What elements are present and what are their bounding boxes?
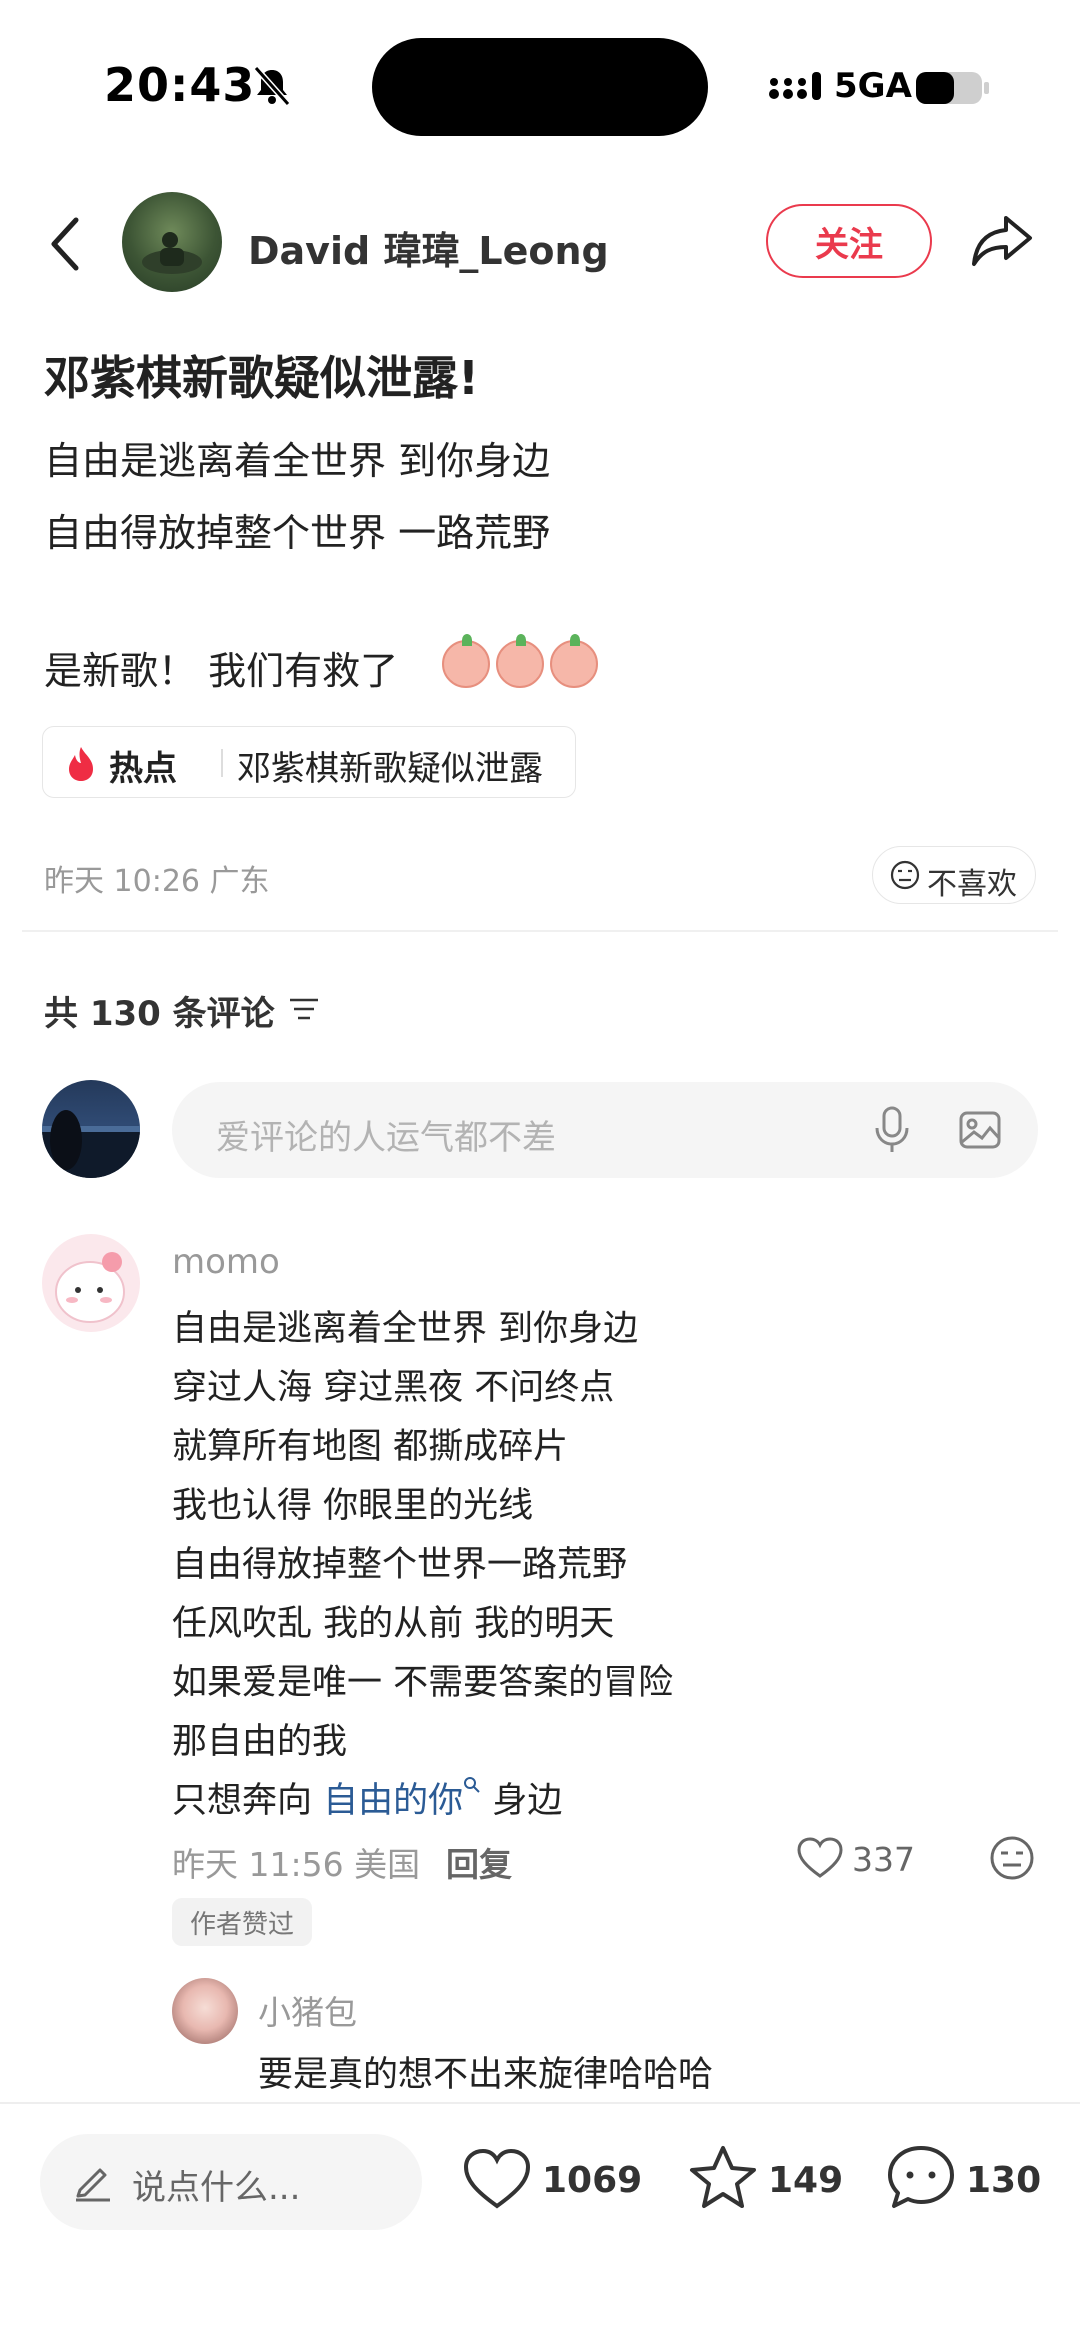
reply-button[interactable]: 回复 (446, 1838, 512, 1886)
search-link[interactable]: 自由的你 (323, 1777, 481, 1821)
dislike-button[interactable]: 不喜欢 (872, 846, 1036, 904)
dynamic-island (372, 38, 708, 136)
author-avatar[interactable] (122, 192, 222, 292)
follow-button[interactable]: 关注 (766, 204, 932, 278)
comment-line-prefix: 只想奔向 (172, 1781, 313, 1821)
comment-like-count: 337 (852, 1840, 915, 1879)
star-icon[interactable] (688, 2144, 758, 2210)
share-icon[interactable] (970, 210, 1034, 270)
commenter-avatar[interactable] (42, 1234, 140, 1332)
search-link-text: 自由的你 (323, 1781, 464, 1821)
comment-line: 自由是逃离着全世界 到你身边 (172, 1309, 639, 1349)
peach-emoji-icon (550, 634, 598, 688)
signal-icon (769, 72, 821, 100)
say-something-placeholder: 说点什么... (132, 2168, 301, 2208)
hot-topic-text: 邓紫棋新歌疑似泄露 (237, 749, 543, 789)
divider (22, 930, 1058, 932)
status-time: 20:43 (104, 58, 256, 112)
comment-total: 130 (966, 2160, 1042, 2201)
author-liked-badge: 作者赞过 (172, 1898, 312, 1946)
post-title: 邓紫棋新歌疑似泄露! (44, 351, 479, 405)
post-line: 自由得放掉整个世界 一路荒野 (44, 511, 551, 555)
peach-emoji-icon (496, 634, 544, 688)
search-icon (464, 1777, 480, 1793)
reply-user-name[interactable]: 小猪包 (258, 1986, 357, 2034)
post-meta: 昨天 10:26 广东 (44, 864, 270, 899)
author-name[interactable]: David 瑋瑋_Leong (248, 220, 609, 275)
back-arrow-icon[interactable] (44, 214, 88, 274)
like-heart-icon[interactable] (462, 2146, 532, 2212)
microphone-icon[interactable] (872, 1104, 912, 1156)
hot-label: 热点 (109, 749, 177, 789)
comment-line: 任风吹乱 我的从前 我的明天 (172, 1604, 615, 1644)
dislike-label: 不喜欢 (927, 867, 1017, 902)
say-something-input[interactable]: 说点什么... (40, 2134, 422, 2230)
post-tail-text: 是新歌！ 我们有救了 (44, 649, 399, 693)
star-count: 149 (768, 2160, 844, 2201)
comment-meta: 昨天 11:56 美国 (172, 1845, 421, 1884)
bell-muted-icon (253, 66, 291, 106)
comment-last-line: 只想奔向 自由的你 身边 (172, 1772, 562, 1823)
flame-icon (69, 747, 93, 781)
reply-text: 要是真的想不出来旋律哈哈哈 (258, 2055, 714, 2095)
bottom-divider (0, 2102, 1080, 2104)
comment-input-placeholder: 爱评论的人运气都不差 (216, 1118, 556, 1158)
comment-bubble-icon[interactable] (886, 2144, 956, 2210)
comment-line: 自由得放掉整个世界一路荒野 (172, 1545, 628, 1585)
comment-line: 如果爱是唯一 不需要答案的冒险 (172, 1663, 674, 1703)
comment-count: 共 130 条评论 (44, 994, 275, 1034)
image-icon[interactable] (958, 1110, 1002, 1150)
hot-topic-tag[interactable]: 热点 邓紫棋新歌疑似泄露 (42, 726, 576, 798)
tag-separator (221, 749, 223, 777)
meh-face-icon[interactable] (988, 1834, 1036, 1882)
comment-input[interactable]: 爱评论的人运气都不差 (172, 1082, 1038, 1178)
peach-emoji-icon (442, 634, 490, 688)
comment-line: 那自由的我 (172, 1722, 348, 1762)
post-line: 自由是逃离着全世界 到你身边 (44, 439, 551, 483)
like-count: 1069 (542, 2160, 643, 2201)
comment-line: 就算所有地图 都撕成碎片 (172, 1427, 569, 1467)
my-avatar (42, 1080, 140, 1178)
battery-icon (916, 72, 989, 104)
pencil-icon (76, 2168, 110, 2202)
comment-line-suffix: 身边 (492, 1781, 563, 1821)
network-type: 5GA (834, 66, 912, 106)
sort-icon[interactable] (288, 994, 320, 1024)
meh-face-icon (890, 860, 920, 890)
commenter-name[interactable]: momo (172, 1242, 280, 1282)
reply-avatar[interactable] (172, 1978, 238, 2044)
heart-icon[interactable] (796, 1836, 844, 1880)
comment-line: 穿过人海 穿过黑夜 不问终点 (172, 1368, 615, 1408)
comment-line: 我也认得 你眼里的光线 (172, 1486, 534, 1526)
